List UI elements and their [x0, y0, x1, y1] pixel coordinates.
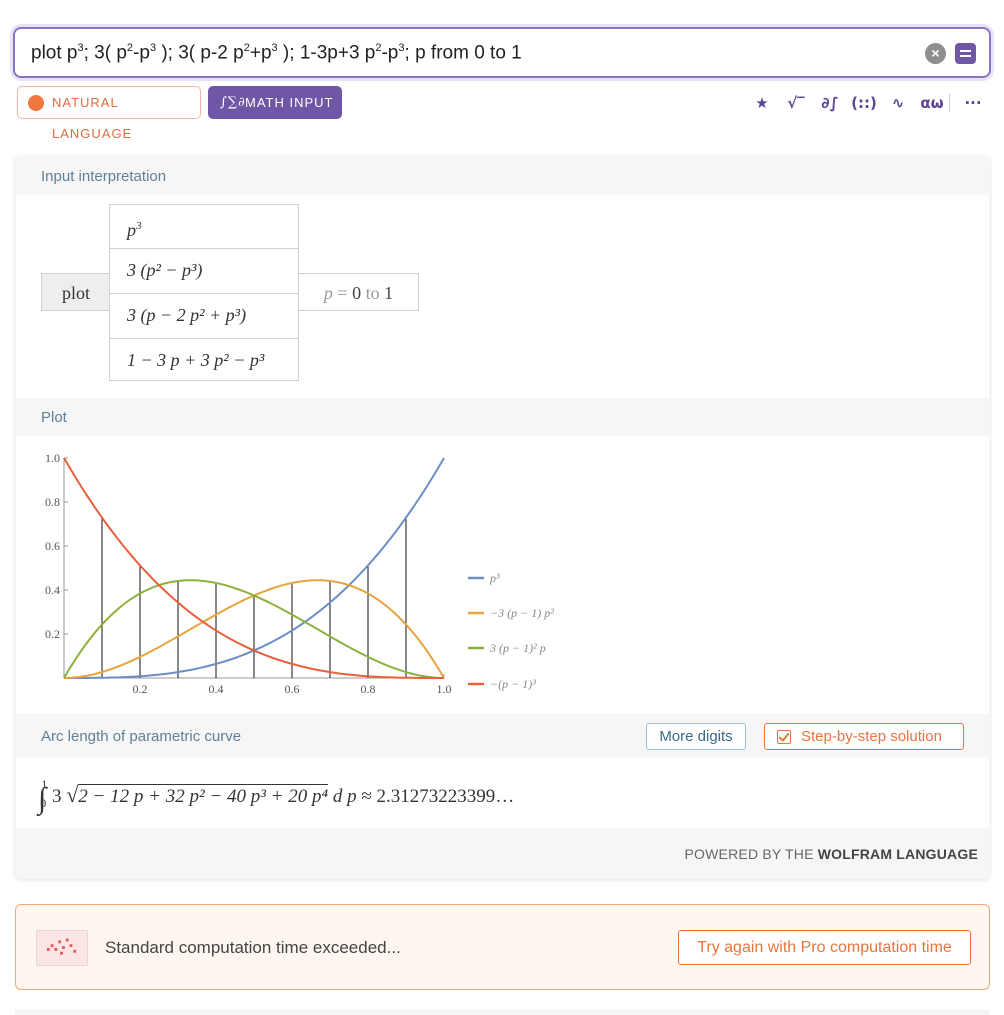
range-cell: p = 0 to 1	[298, 273, 419, 311]
integral-icon[interactable]: ∂∫	[813, 92, 847, 114]
pod-title-plot: Plot	[41, 409, 67, 426]
waveform-icon[interactable]: ∿	[881, 92, 915, 114]
next-card-edge	[15, 1010, 990, 1015]
expression-2: 3 (p² − p³)	[109, 248, 299, 294]
math-toolbar: ★ √‾ ∂∫ (::) ∿ αω ···	[745, 92, 990, 114]
toolbar-divider	[949, 94, 950, 112]
legend-label: 3 (p − 1)² p	[489, 641, 546, 655]
legend-label: −(p − 1)³	[490, 677, 536, 691]
y-tick-label: 0.8	[45, 495, 60, 509]
query-text[interactable]: plot p3; 3( p2-p3 ); 3( p-2 p2+p3 ); 1-3…	[31, 42, 522, 64]
arc-length-result: ∫01 3 √2 − 12 p + 32 p² − 40 p³ + 20 p⁴ …	[38, 777, 515, 815]
arc-length-pod: ∫01 3 √2 − 12 p + 32 p² − 40 p³ + 20 p⁴ …	[16, 757, 989, 828]
x-tick-label: 1.0	[437, 682, 452, 696]
expression-3: 3 (p − 2 p² + p³)	[109, 293, 299, 339]
pod-title-input-interpretation: Input interpretation	[41, 168, 167, 185]
query-input[interactable]: plot p3; 3( p2-p3 ); 3( p-2 p2+p3 ); 1-3…	[13, 27, 991, 78]
pod-title-arc-length: Arc length of parametric curve	[41, 728, 242, 745]
plot-label: plot	[41, 273, 111, 311]
expression-1: p3	[109, 204, 299, 249]
y-tick-label: 0.6	[45, 539, 60, 553]
matrix-icon[interactable]: (::)	[847, 92, 881, 114]
result-card: Input interpretation plot p3 3 (p² − p³)…	[15, 156, 990, 879]
x-tick-label: 0.4	[209, 682, 224, 696]
bernstein-plot: 0.2 0.4 0.6 0.8 1.0 0.2 0.4 0.6 0.8 1.0 p³ −3 (p − …	[45, 451, 554, 696]
greek-icon[interactable]: αω	[915, 92, 949, 114]
arc-length-value: 2.31273223399…	[376, 786, 515, 807]
plot-pod: 0.2 0.4 0.6 0.8 1.0 0.2 0.4 0.6 0.8 1.0 p³ −3 (p − …	[16, 436, 989, 714]
math-input-button[interactable]: ∫∑∂ MATH INPUT	[208, 86, 342, 119]
more-icon[interactable]: ···	[956, 92, 990, 114]
y-tick-label: 0.4	[45, 583, 60, 597]
x-tick-label: 0.2	[133, 682, 148, 696]
input-interpretation-pod: plot p3 3 (p² − p³) 3 (p − 2 p² + p³) 1 …	[16, 195, 989, 398]
powered-by: POWERED BY THE WOLFRAM LANGUAGE	[684, 846, 978, 862]
sun-icon	[28, 95, 44, 111]
x-tick-label: 0.6	[285, 682, 300, 696]
legend-label: p³	[489, 571, 500, 585]
pro-computation-button[interactable]: Try again with Pro computation time	[678, 930, 971, 965]
step-by-step-button[interactable]: Step-by-step solution	[764, 723, 964, 750]
more-digits-button[interactable]: More digits	[646, 723, 746, 750]
math-symbols-icon: ∫∑∂	[220, 95, 246, 110]
computation-icon	[36, 930, 88, 966]
clear-icon[interactable]: ×	[925, 43, 946, 64]
star-icon[interactable]: ★	[745, 92, 779, 114]
expression-4: 1 − 3 p + 3 p² − p³	[109, 338, 299, 381]
y-tick-label: 0.2	[45, 627, 60, 641]
legend-label: −3 (p − 1) p²	[490, 606, 554, 620]
y-tick-label: 1.0	[45, 451, 60, 465]
x-tick-label: 0.8	[361, 682, 376, 696]
timeout-banner: Standard computation time exceeded... Tr…	[15, 904, 990, 990]
checkbox-icon	[777, 730, 791, 744]
submit-button[interactable]	[955, 43, 976, 64]
timeout-message: Standard computation time exceeded...	[105, 938, 401, 957]
radicand: 2 − 12 p + 32 p² − 40 p³ + 20 p⁴	[78, 784, 329, 807]
natural-language-button[interactable]: NATURAL LANGUAGE	[17, 86, 201, 141]
sqrt-icon[interactable]: √‾	[779, 92, 813, 114]
